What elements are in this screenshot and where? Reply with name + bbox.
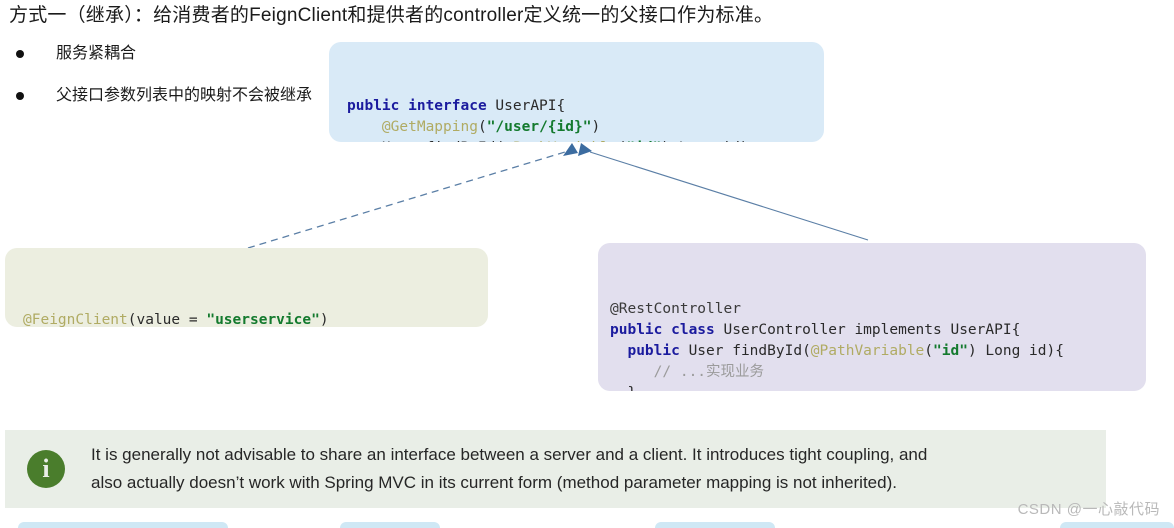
strip-blob	[655, 522, 775, 528]
code-block-userapi: public interface UserAPI{ @GetMapping("/…	[329, 42, 824, 142]
code-block-usercontroller: @RestController public class UserControl…	[598, 243, 1146, 391]
bottom-cropped-strip	[0, 521, 1174, 528]
strip-blob	[1060, 522, 1174, 528]
dashed-inheritance-line	[247, 151, 566, 249]
info-callout-text: It is generally not advisable to share a…	[91, 441, 927, 497]
info-icon: i	[27, 450, 65, 488]
strip-blob	[340, 522, 440, 528]
solid-implements-line	[589, 151, 869, 241]
solid-implements-arrowhead	[578, 143, 592, 156]
bullet-list: 服务紧耦合 父接口参数列表中的映射不会被继承	[10, 42, 340, 126]
info-callout-line: also actually doesn’t work with Spring M…	[91, 473, 897, 492]
page-title: 方式一（继承）：给消费者的FeignClient和提供者的controller定…	[9, 5, 774, 26]
code-block-usercontroller-text: @RestController public class UserControl…	[610, 301, 1064, 391]
code-block-userclient-text: @FeignClient(value = "userservice") publ…	[23, 312, 329, 327]
list-item: 服务紧耦合	[10, 42, 340, 70]
bullet-label: 父接口参数列表中的映射不会被继承	[56, 87, 313, 104]
slide-canvas: 方式一（继承）：给消费者的FeignClient和提供者的controller定…	[0, 0, 1174, 528]
strip-blob	[18, 522, 228, 528]
dashed-inheritance-arrowhead	[563, 143, 578, 156]
info-callout: i It is generally not advisable to share…	[5, 430, 1106, 508]
info-icon-glyph: i	[42, 453, 50, 483]
info-callout-line: It is generally not advisable to share a…	[91, 445, 928, 464]
watermark: CSDN @一心敲代码	[1017, 501, 1160, 518]
bullet-dot-icon	[16, 50, 24, 58]
bullet-label: 服务紧耦合	[56, 45, 137, 62]
code-block-userclient: @FeignClient(value = "userservice") publ…	[5, 248, 488, 327]
list-item: 父接口参数列表中的映射不会被继承	[10, 84, 340, 112]
bullet-dot-icon	[16, 92, 24, 100]
code-block-userapi-text: public interface UserAPI{ @GetMapping("/…	[347, 98, 757, 142]
